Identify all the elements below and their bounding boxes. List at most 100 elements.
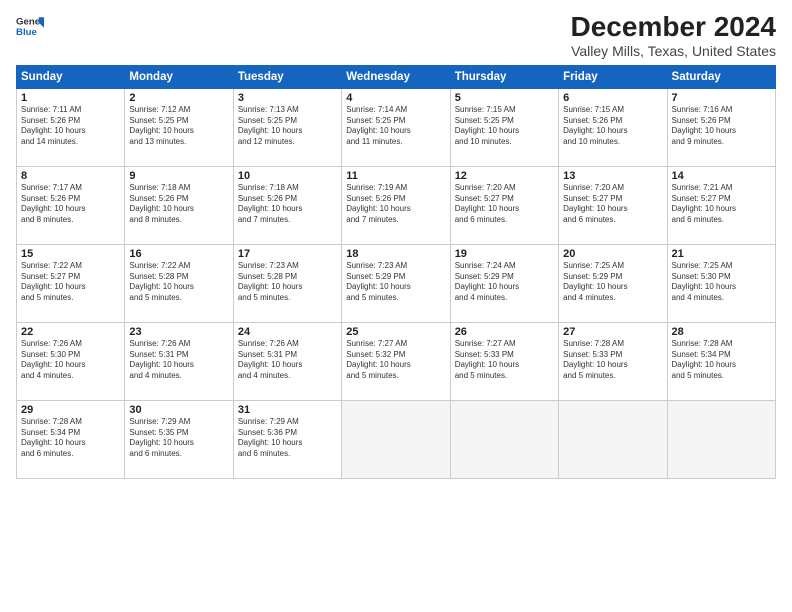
day-number: 11 [346,170,445,182]
day-number: 16 [129,248,228,260]
day-number: 3 [238,92,337,104]
day-number: 31 [238,404,337,416]
day-info: Sunrise: 7:15 AM Sunset: 5:26 PM Dayligh… [563,105,662,148]
calendar-week-row: 22Sunrise: 7:26 AM Sunset: 5:30 PM Dayli… [17,322,776,400]
day-number: 22 [21,326,120,338]
logo: General Blue [16,12,44,40]
table-row: 1Sunrise: 7:11 AM Sunset: 5:26 PM Daylig… [17,88,125,166]
table-row: 18Sunrise: 7:23 AM Sunset: 5:29 PM Dayli… [342,244,450,322]
day-info: Sunrise: 7:18 AM Sunset: 5:26 PM Dayligh… [238,183,337,226]
day-number: 4 [346,92,445,104]
table-row: 31Sunrise: 7:29 AM Sunset: 5:36 PM Dayli… [233,400,341,478]
day-info: Sunrise: 7:21 AM Sunset: 5:27 PM Dayligh… [672,183,771,226]
svg-text:Blue: Blue [16,27,37,38]
col-tuesday: Tuesday [233,65,341,88]
day-info: Sunrise: 7:16 AM Sunset: 5:26 PM Dayligh… [672,105,771,148]
calendar-week-row: 8Sunrise: 7:17 AM Sunset: 5:26 PM Daylig… [17,166,776,244]
day-info: Sunrise: 7:28 AM Sunset: 5:34 PM Dayligh… [21,417,120,460]
day-info: Sunrise: 7:15 AM Sunset: 5:25 PM Dayligh… [455,105,554,148]
day-info: Sunrise: 7:20 AM Sunset: 5:27 PM Dayligh… [563,183,662,226]
day-number: 27 [563,326,662,338]
day-number: 24 [238,326,337,338]
day-info: Sunrise: 7:27 AM Sunset: 5:32 PM Dayligh… [346,339,445,382]
day-info: Sunrise: 7:22 AM Sunset: 5:27 PM Dayligh… [21,261,120,304]
day-info: Sunrise: 7:26 AM Sunset: 5:30 PM Dayligh… [21,339,120,382]
day-info: Sunrise: 7:25 AM Sunset: 5:30 PM Dayligh… [672,261,771,304]
day-number: 9 [129,170,228,182]
day-number: 18 [346,248,445,260]
table-row: 4Sunrise: 7:14 AM Sunset: 5:25 PM Daylig… [342,88,450,166]
day-number: 6 [563,92,662,104]
day-info: Sunrise: 7:26 AM Sunset: 5:31 PM Dayligh… [238,339,337,382]
day-number: 25 [346,326,445,338]
day-info: Sunrise: 7:23 AM Sunset: 5:29 PM Dayligh… [346,261,445,304]
table-row: 17Sunrise: 7:23 AM Sunset: 5:28 PM Dayli… [233,244,341,322]
month-title: December 2024 [571,12,776,43]
table-row: 24Sunrise: 7:26 AM Sunset: 5:31 PM Dayli… [233,322,341,400]
page: General Blue December 2024 Valley Mills,… [0,0,792,612]
table-row: 16Sunrise: 7:22 AM Sunset: 5:28 PM Dayli… [125,244,233,322]
table-row: 15Sunrise: 7:22 AM Sunset: 5:27 PM Dayli… [17,244,125,322]
col-wednesday: Wednesday [342,65,450,88]
calendar-week-row: 1Sunrise: 7:11 AM Sunset: 5:26 PM Daylig… [17,88,776,166]
table-row: 30Sunrise: 7:29 AM Sunset: 5:35 PM Dayli… [125,400,233,478]
day-number: 5 [455,92,554,104]
day-number: 15 [21,248,120,260]
day-number: 2 [129,92,228,104]
day-number: 7 [672,92,771,104]
table-row: 12Sunrise: 7:20 AM Sunset: 5:27 PM Dayli… [450,166,558,244]
table-row: 19Sunrise: 7:24 AM Sunset: 5:29 PM Dayli… [450,244,558,322]
table-row: 5Sunrise: 7:15 AM Sunset: 5:25 PM Daylig… [450,88,558,166]
day-number: 26 [455,326,554,338]
day-number: 23 [129,326,228,338]
calendar-week-row: 29Sunrise: 7:28 AM Sunset: 5:34 PM Dayli… [17,400,776,478]
day-info: Sunrise: 7:27 AM Sunset: 5:33 PM Dayligh… [455,339,554,382]
table-row: 28Sunrise: 7:28 AM Sunset: 5:34 PM Dayli… [667,322,775,400]
location: Valley Mills, Texas, United States [571,43,776,59]
table-row: 9Sunrise: 7:18 AM Sunset: 5:26 PM Daylig… [125,166,233,244]
col-thursday: Thursday [450,65,558,88]
title-block: December 2024 Valley Mills, Texas, Unite… [571,12,776,59]
col-friday: Friday [559,65,667,88]
table-row: 27Sunrise: 7:28 AM Sunset: 5:33 PM Dayli… [559,322,667,400]
day-info: Sunrise: 7:23 AM Sunset: 5:28 PM Dayligh… [238,261,337,304]
header: General Blue December 2024 Valley Mills,… [16,12,776,59]
day-number: 21 [672,248,771,260]
col-monday: Monday [125,65,233,88]
day-number: 19 [455,248,554,260]
day-info: Sunrise: 7:29 AM Sunset: 5:35 PM Dayligh… [129,417,228,460]
table-row: 3Sunrise: 7:13 AM Sunset: 5:25 PM Daylig… [233,88,341,166]
table-row: 2Sunrise: 7:12 AM Sunset: 5:25 PM Daylig… [125,88,233,166]
day-info: Sunrise: 7:26 AM Sunset: 5:31 PM Dayligh… [129,339,228,382]
day-info: Sunrise: 7:14 AM Sunset: 5:25 PM Dayligh… [346,105,445,148]
day-info: Sunrise: 7:24 AM Sunset: 5:29 PM Dayligh… [455,261,554,304]
day-info: Sunrise: 7:28 AM Sunset: 5:33 PM Dayligh… [563,339,662,382]
table-row: 26Sunrise: 7:27 AM Sunset: 5:33 PM Dayli… [450,322,558,400]
day-number: 20 [563,248,662,260]
day-info: Sunrise: 7:28 AM Sunset: 5:34 PM Dayligh… [672,339,771,382]
day-number: 29 [21,404,120,416]
table-row [342,400,450,478]
table-row: 23Sunrise: 7:26 AM Sunset: 5:31 PM Dayli… [125,322,233,400]
day-number: 30 [129,404,228,416]
table-row: 13Sunrise: 7:20 AM Sunset: 5:27 PM Dayli… [559,166,667,244]
day-number: 10 [238,170,337,182]
table-row: 29Sunrise: 7:28 AM Sunset: 5:34 PM Dayli… [17,400,125,478]
day-number: 1 [21,92,120,104]
col-saturday: Saturday [667,65,775,88]
calendar-header-row: Sunday Monday Tuesday Wednesday Thursday… [17,65,776,88]
day-info: Sunrise: 7:11 AM Sunset: 5:26 PM Dayligh… [21,105,120,148]
table-row: 25Sunrise: 7:27 AM Sunset: 5:32 PM Dayli… [342,322,450,400]
day-info: Sunrise: 7:19 AM Sunset: 5:26 PM Dayligh… [346,183,445,226]
table-row: 10Sunrise: 7:18 AM Sunset: 5:26 PM Dayli… [233,166,341,244]
day-number: 28 [672,326,771,338]
day-number: 8 [21,170,120,182]
calendar-week-row: 15Sunrise: 7:22 AM Sunset: 5:27 PM Dayli… [17,244,776,322]
day-info: Sunrise: 7:20 AM Sunset: 5:27 PM Dayligh… [455,183,554,226]
table-row: 20Sunrise: 7:25 AM Sunset: 5:29 PM Dayli… [559,244,667,322]
day-number: 14 [672,170,771,182]
day-info: Sunrise: 7:29 AM Sunset: 5:36 PM Dayligh… [238,417,337,460]
logo-icon: General Blue [16,12,44,40]
table-row [450,400,558,478]
day-number: 17 [238,248,337,260]
